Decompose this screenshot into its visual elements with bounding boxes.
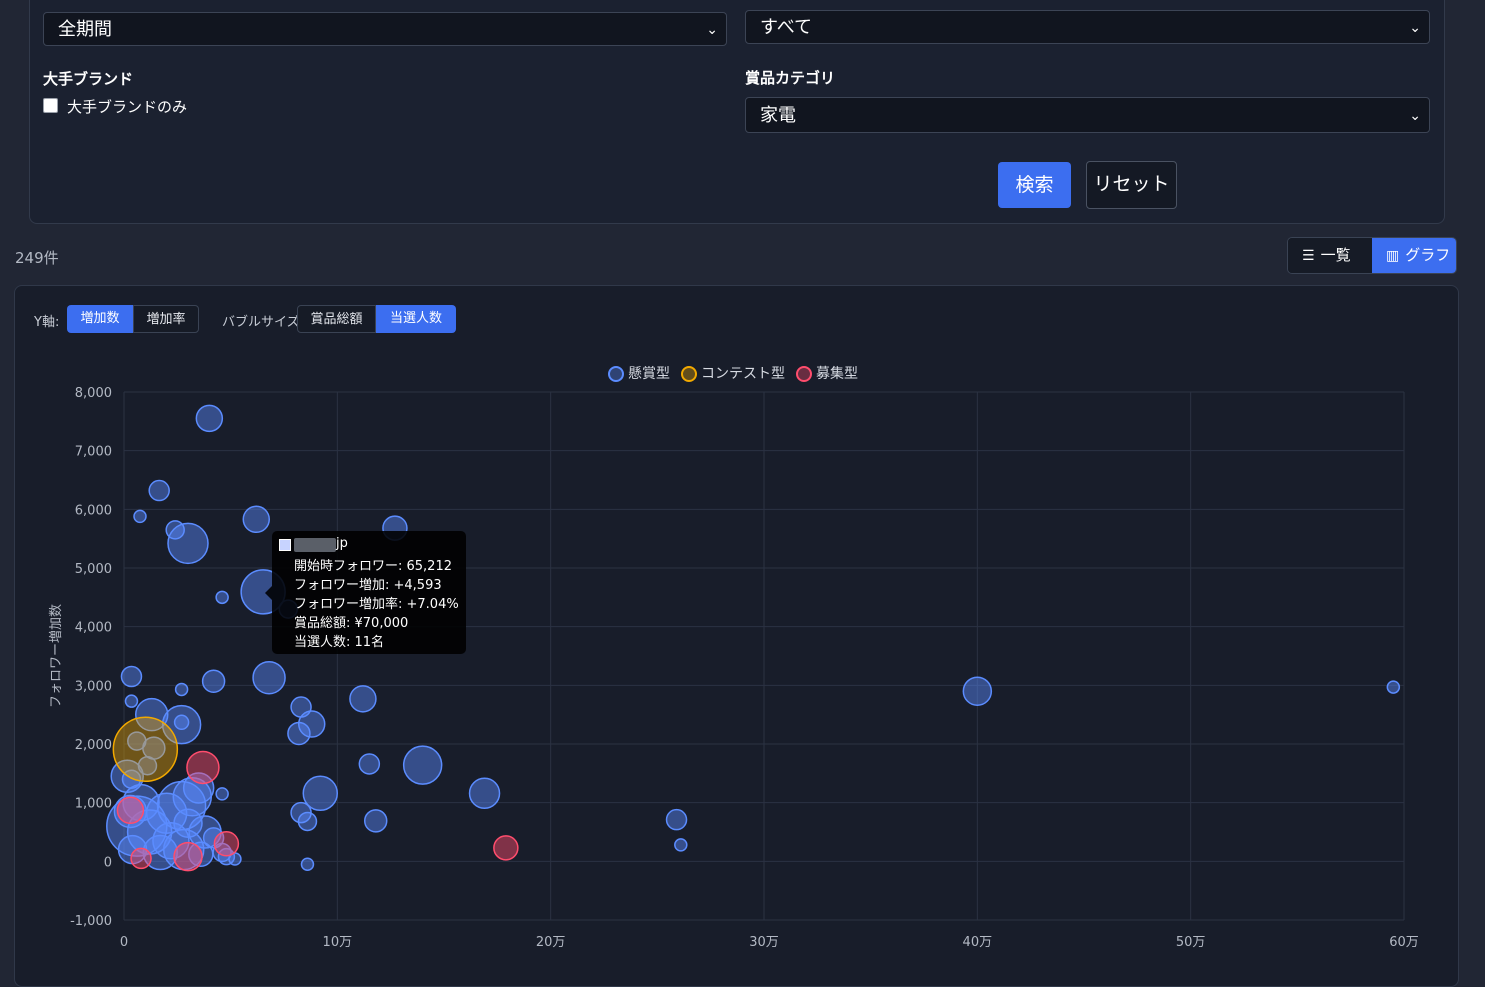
- bubble-point[interactable]: [120, 665, 143, 688]
- tooltip-color-swatch: [279, 539, 291, 551]
- y-tick-label: 7,000: [75, 445, 112, 460]
- bubble-point[interactable]: [349, 685, 377, 713]
- x-tick-label: 30万: [749, 935, 779, 950]
- bubble-point[interactable]: [242, 505, 271, 534]
- tooltip-follower-rate: フォロワー増加率: +7.04%: [294, 597, 459, 612]
- bubble-chart[interactable]: -1,000 0 1,000 2,000 3,000 4,000 5,000 6,000 7,0…: [0, 0, 1485, 956]
- bubble-point[interactable]: [402, 745, 443, 785]
- bubble-point[interactable]: [124, 694, 139, 708]
- bubble-point[interactable]: [493, 835, 519, 861]
- tooltip-prize-total: 賞品総額: ¥70,000: [294, 616, 409, 631]
- bubble-point[interactable]: [297, 811, 318, 832]
- bubble-point[interactable]: [962, 676, 993, 706]
- bubble-point[interactable]: [287, 721, 311, 746]
- bubble-point[interactable]: [148, 479, 170, 502]
- bubble-point[interactable]: [130, 847, 152, 870]
- bubble-point[interactable]: [116, 796, 145, 825]
- bubble-point[interactable]: [213, 830, 240, 857]
- y-tick-label: 5,000: [75, 562, 112, 577]
- chart-tooltip: jp 開始時フォロワー: 65,212 フォロワー増加: +4,593 フォロワ…: [272, 531, 466, 654]
- bubble-point[interactable]: [173, 714, 190, 731]
- y-tick-label: 1,000: [75, 797, 112, 812]
- bubble-point[interactable]: [363, 809, 388, 833]
- tooltip-follower-increase: フォロワー増加: +4,593: [294, 578, 442, 593]
- y-tick-label: 8,000: [75, 386, 112, 401]
- bubble-point[interactable]: [195, 404, 224, 433]
- bubble-point[interactable]: [674, 838, 688, 852]
- bubble-point[interactable]: [1386, 680, 1401, 694]
- bubble-point[interactable]: [167, 522, 209, 565]
- x-tick-label: 20万: [536, 935, 566, 950]
- bubble-point[interactable]: [112, 716, 179, 783]
- tooltip-winners: 当選人数: 11名: [294, 635, 385, 650]
- x-tick-label: 40万: [963, 935, 993, 950]
- y-tick-label: 2,000: [75, 738, 112, 753]
- bubble-point[interactable]: [215, 787, 229, 801]
- y-axis-title: フォロワー増加数: [49, 604, 64, 708]
- y-tick-label: -1,000: [70, 914, 112, 929]
- bubble-point[interactable]: [468, 777, 501, 810]
- y-tick-label: 0: [104, 855, 112, 870]
- tooltip-start-followers: 開始時フォロワー: 65,212: [294, 559, 452, 574]
- bubble-point[interactable]: [300, 857, 315, 872]
- bubble-point[interactable]: [665, 808, 688, 831]
- x-tick-label: 0: [120, 935, 128, 950]
- bubble-point[interactable]: [133, 509, 147, 524]
- y-tick-label: 6,000: [75, 503, 112, 518]
- x-tick-label: 10万: [323, 935, 353, 950]
- x-tick-label: 50万: [1176, 935, 1206, 950]
- bubble-point[interactable]: [201, 669, 226, 693]
- bubble-point[interactable]: [174, 682, 189, 697]
- bubble-point[interactable]: [252, 660, 286, 695]
- y-tick-label: 4,000: [75, 621, 112, 636]
- bubble-point[interactable]: [358, 753, 381, 775]
- tooltip-name-suffix: jp: [336, 536, 348, 551]
- tooltip-name-redacted: [294, 538, 336, 552]
- y-tick-label: 3,000: [75, 679, 112, 694]
- bubble-point[interactable]: [173, 841, 203, 872]
- bubble-point[interactable]: [215, 590, 229, 605]
- x-tick-label: 60万: [1389, 935, 1419, 950]
- bubble-point[interactable]: [186, 750, 220, 785]
